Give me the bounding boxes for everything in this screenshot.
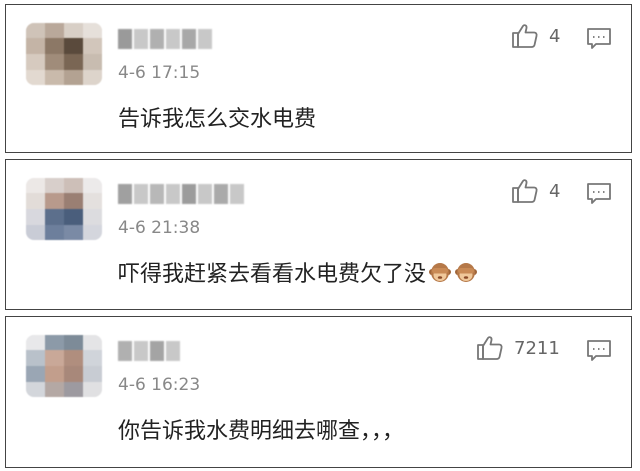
like-count: 4 — [549, 25, 561, 47]
username-blurred[interactable] — [118, 341, 182, 363]
thumbs-up-icon[interactable] — [511, 23, 539, 49]
comment-text: 吓得我赶紧去看看水电费欠了没 — [118, 256, 478, 288]
avatar[interactable] — [26, 23, 102, 85]
comment-timestamp: 4-6 16:23 — [118, 375, 201, 395]
comment-card: 4-6 16:23 你告诉我水费明细去哪查，，， 7211 — [5, 316, 632, 468]
see-no-evil-monkey-icon — [454, 260, 478, 284]
like-button[interactable]: 7211 — [476, 335, 560, 361]
like-button[interactable]: 4 — [511, 23, 560, 49]
like-button[interactable]: 4 — [511, 178, 560, 204]
username-blurred[interactable] — [118, 184, 246, 206]
avatar[interactable] — [26, 178, 102, 240]
thumbs-up-icon[interactable] — [476, 335, 504, 361]
comment-card: 4-6 17:15 告诉我怎么交水电费 4 — [5, 4, 632, 153]
like-count: 7211 — [514, 337, 560, 359]
like-count: 4 — [549, 180, 561, 202]
comment-text-content: 吓得我赶紧去看看水电费欠了没 — [118, 262, 427, 287]
comment-timestamp: 4-6 21:38 — [118, 218, 201, 238]
avatar[interactable] — [26, 335, 102, 397]
thumbs-up-icon[interactable] — [511, 178, 539, 204]
username-blurred[interactable] — [118, 29, 214, 51]
see-no-evil-monkey-icon — [428, 260, 452, 284]
comment-bubble-icon[interactable] — [586, 339, 612, 363]
comment-card: 4-6 21:38 吓得我赶紧去看看水电费欠了没 4 — [5, 159, 632, 310]
comment-text-content: 告诉我怎么交水电费 — [118, 107, 317, 132]
comment-bubble-icon[interactable] — [586, 182, 612, 206]
comment-text-content: 你告诉我水费明细去哪查，，， — [118, 419, 405, 444]
comment-text: 你告诉我水费明细去哪查，，， — [118, 413, 404, 445]
comment-text: 告诉我怎么交水电费 — [118, 101, 316, 133]
comment-timestamp: 4-6 17:15 — [118, 63, 201, 83]
comment-bubble-icon[interactable] — [586, 27, 612, 51]
